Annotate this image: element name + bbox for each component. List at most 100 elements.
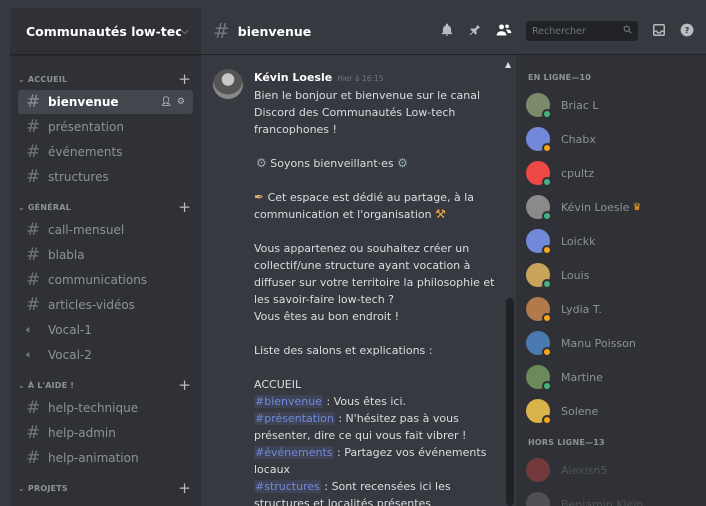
message-paragraph: ⚙ Soyons bienveillant·es ⚙ xyxy=(256,156,408,170)
channel-item-help-animation[interactable]: # help-animation xyxy=(18,446,193,470)
member-name: Alexisn5 xyxy=(561,463,608,477)
channel-mention[interactable]: #bienvenue xyxy=(254,395,323,408)
channel-label: communications xyxy=(48,273,148,287)
hash-icon: # xyxy=(26,270,41,290)
avatar xyxy=(526,93,552,119)
member-name: Lydia T. xyxy=(561,302,602,316)
channel-list: ⌄ ACCUEIL + # bienvenue 👤︎ ⚙ # présentation # évén… xyxy=(10,55,201,498)
status-indicator xyxy=(542,109,552,119)
status-indicator xyxy=(542,177,552,187)
avatar xyxy=(526,458,550,482)
member-item[interactable]: Martine xyxy=(516,360,706,394)
member-item[interactable]: Solene xyxy=(516,394,706,428)
chevron-down-icon: ⌄ xyxy=(18,380,25,390)
scroll-up-icon[interactable]: ▲ xyxy=(505,60,511,69)
avatar xyxy=(526,492,550,506)
channel-sidebar: Communautés low-tech f... ⌵ ⌄ACCUEIL+#bi… xyxy=(10,8,201,506)
add-channel-icon[interactable]: + xyxy=(178,198,191,216)
channel-label: Vocal-1 xyxy=(48,323,92,337)
status-indicator xyxy=(542,279,552,289)
svg-text:?: ? xyxy=(685,24,690,34)
member-name: Kévin Loesle xyxy=(561,200,630,214)
message: Kévin Loesle Hier à 16:15 Bien le bonjou… xyxy=(213,69,503,506)
channel-label: help-animation xyxy=(48,451,139,465)
inbox-icon[interactable] xyxy=(652,23,666,40)
channel-item-Vocal-2[interactable]: 🔈︎ Vocal-2 xyxy=(18,343,193,367)
add-channel-icon[interactable]: + xyxy=(178,70,191,88)
channel-header: # bienvenue Rechercher ? xyxy=(201,8,706,55)
hash-icon: # xyxy=(26,423,41,443)
gear-icon[interactable]: ⚙ xyxy=(177,97,185,107)
message-paragraph: Liste des salons et explications : xyxy=(254,344,433,357)
channel-item-blabla[interactable]: # blabla xyxy=(18,243,193,267)
message-section-title: ACCUEIL xyxy=(254,378,302,391)
member-item[interactable]: Alexisn5 xyxy=(516,453,706,487)
member-name: Louis xyxy=(561,268,590,282)
channel-mention[interactable]: #structures xyxy=(254,480,321,493)
channel-item-Vocal-1[interactable]: 🔈︎ Vocal-1 xyxy=(18,318,193,342)
channel-label: articles-vidéos xyxy=(48,298,135,312)
author-avatar[interactable] xyxy=(213,69,243,99)
channel-category[interactable]: ⌄ ACCUEIL + xyxy=(10,69,201,89)
message-line: #bienvenue : Vous êtes ici. xyxy=(254,395,407,408)
message-header: Kévin Loesle Hier à 16:15 xyxy=(254,69,503,87)
member-list: EN LIGNE—10 Briac L Chabx cpultz Kévin Loesl… xyxy=(516,55,706,506)
scroll-thumb[interactable] xyxy=(506,298,514,506)
speaker-icon: 🔈︎ xyxy=(26,348,33,361)
channel-item-call-mensuel[interactable]: # call-mensuel xyxy=(18,218,193,242)
member-item[interactable]: cpultz xyxy=(516,156,706,190)
status-indicator xyxy=(542,381,552,391)
help-icon[interactable]: ? xyxy=(680,23,694,40)
channel-item-événements[interactable]: # événements xyxy=(18,140,193,164)
hash-icon: # xyxy=(26,167,41,187)
search-icon xyxy=(623,25,632,37)
channel-item-structures[interactable]: # structures xyxy=(18,165,193,189)
channel-item-help-technique[interactable]: # help-technique xyxy=(18,396,193,420)
member-item[interactable]: Lydia T. xyxy=(516,292,706,326)
channel-mention[interactable]: #présentation xyxy=(254,412,335,425)
bell-icon[interactable] xyxy=(440,23,454,40)
channel-item-articles-vidéos[interactable]: # articles-vidéos xyxy=(18,293,193,317)
channel-category[interactable]: ⌄ GÉNÉRAL + xyxy=(10,197,201,217)
search-input[interactable]: Rechercher xyxy=(526,21,638,41)
message-line: #présentation : N'hésitez pas à vous pré… xyxy=(254,412,467,442)
message-paragraph: ✒ Cet espace est dédié au partage, à la … xyxy=(254,190,475,221)
message-scrollbar[interactable]: ▲ xyxy=(503,60,515,506)
channel-item-communications[interactable]: # communications xyxy=(18,268,193,292)
channel-item-présentation[interactable]: # présentation xyxy=(18,115,193,139)
hash-icon: # xyxy=(26,220,41,240)
member-name: Martine xyxy=(561,370,603,384)
members-icon[interactable] xyxy=(496,23,512,40)
member-item[interactable]: Chabx xyxy=(516,122,706,156)
channel-category[interactable]: ⌄ PROJETS + xyxy=(10,478,201,498)
pin-icon[interactable] xyxy=(468,23,482,40)
category-label: PROJETS xyxy=(27,483,68,493)
channel-label: Vocal-2 xyxy=(48,348,92,362)
search-placeholder: Rechercher xyxy=(532,25,586,37)
member-item[interactable]: Benjamin Klein xyxy=(516,487,706,506)
invite-icon[interactable]: 👤︎ xyxy=(160,97,171,107)
channel-category[interactable]: ⌄ À L'AIDE ! + xyxy=(10,375,201,395)
server-header[interactable]: Communautés low-tech f... ⌵ xyxy=(10,8,201,55)
member-item[interactable]: Briac L xyxy=(516,88,706,122)
channel-mention[interactable]: #événements xyxy=(254,446,334,459)
server-name: Communautés low-tech f... xyxy=(26,23,181,39)
member-item[interactable]: Manu Poisson xyxy=(516,326,706,360)
member-item[interactable]: Kévin Loesle ♛ xyxy=(516,190,706,224)
channel-item-bienvenue[interactable]: # bienvenue 👤︎ ⚙ xyxy=(18,90,193,114)
channel-label: help-admin xyxy=(48,426,116,440)
header-toolbar: Rechercher ? xyxy=(440,21,694,41)
message-author[interactable]: Kévin Loesle xyxy=(254,69,332,86)
add-channel-icon[interactable]: + xyxy=(178,479,191,497)
avatar xyxy=(526,229,552,255)
category-label: ACCUEIL xyxy=(27,74,68,84)
channel-item-help-admin[interactable]: # help-admin xyxy=(18,421,193,445)
gear-emoji-icon: ⚙ xyxy=(397,156,408,170)
chevron-down-icon: ⌄ xyxy=(18,74,25,84)
member-item[interactable]: Loickk xyxy=(516,224,706,258)
avatar xyxy=(526,263,552,289)
member-item[interactable]: Louis xyxy=(516,258,706,292)
status-indicator xyxy=(542,143,552,153)
message-body: Kévin Loesle Hier à 16:15 Bien le bonjou… xyxy=(254,69,503,506)
add-channel-icon[interactable]: + xyxy=(178,376,191,394)
